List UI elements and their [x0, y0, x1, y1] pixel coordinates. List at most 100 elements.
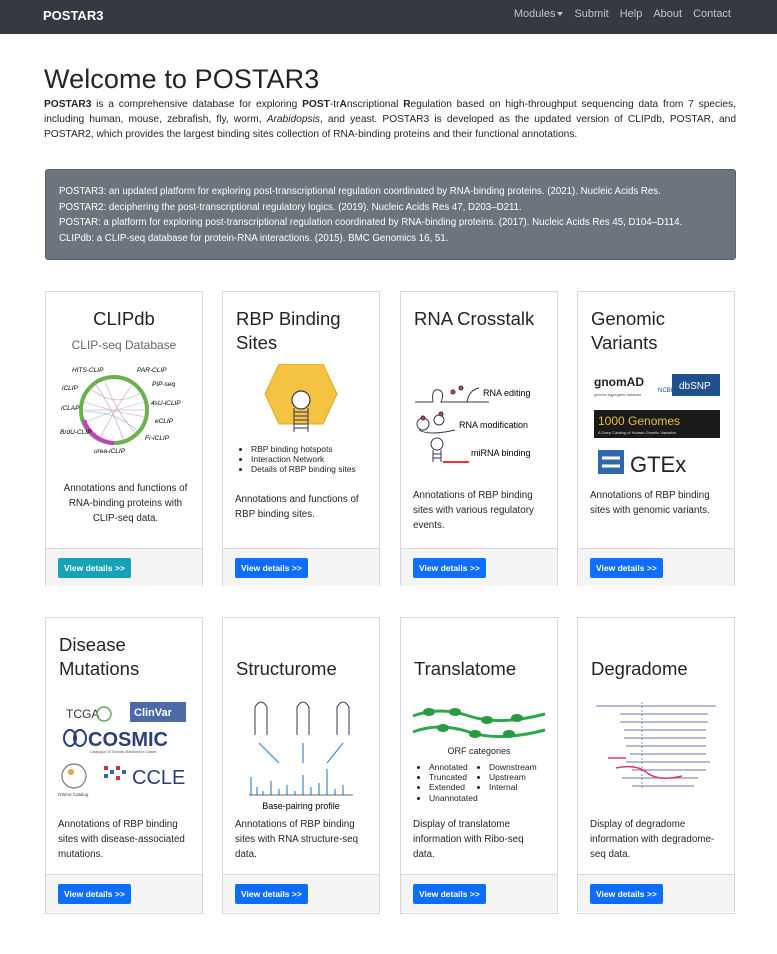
gwas-dot — [68, 769, 74, 775]
gtex-logo: GTEx — [630, 452, 686, 476]
rna-crosstalk-image: RNA editing RNA modification miRNA bindi… — [415, 385, 531, 463]
orf-item: Upstream — [489, 772, 557, 782]
dbsnp-logo: dbSNP — [679, 381, 711, 392]
navbar: POSTAR3 Modules Submit Help About Contac… — [0, 0, 777, 34]
intro-paragraph: POSTAR3 is a comprehensive database for … — [44, 97, 736, 142]
arrows-icon — [258, 742, 344, 764]
rbp-bullet-list: RBP binding hotspots Interaction Network… — [251, 444, 371, 474]
ncbi-logo: NCBI — [658, 388, 673, 394]
intro-bold-name: POSTAR3 — [44, 99, 92, 110]
intro-text: nscriptional — [346, 99, 404, 110]
card-footer: View details >> — [46, 548, 202, 586]
gwas-logo-icon — [61, 763, 87, 789]
ccle-dots-icon — [104, 766, 126, 780]
card-title: RBP Binding Sites — [236, 308, 341, 353]
card-footer: View details >> — [223, 548, 379, 586]
degradome-tracks — [596, 705, 716, 787]
mirna-binding-icon — [430, 437, 469, 463]
brand-link[interactable]: POSTAR3 — [43, 8, 103, 23]
gwas-logo: GWAS Catalog — [58, 792, 89, 797]
clip-label: BrdU-CLIP — [60, 429, 92, 436]
rna-editing-icon — [415, 385, 489, 403]
clip-methods-image: HITS-CLIP PAR-CLIP PIP-seq iCLIP 4sU-iCL… — [60, 367, 181, 455]
card-genomic-variants: Genomic Variants gnomAD genome aggregati… — [577, 291, 735, 586]
citation-item[interactable]: CLIPdb: a CLIP-seq database for protein-… — [59, 231, 722, 247]
cosmic-helix-icon — [63, 729, 87, 747]
card-title: Translatome — [414, 658, 517, 679]
page-title: Welcome to POSTAR3 — [44, 64, 320, 94]
nav-submit[interactable]: Submit — [574, 8, 608, 20]
citation-item[interactable]: POSTAR3: an updated platform for explori… — [59, 184, 722, 200]
view-details-button[interactable]: View details >> — [58, 884, 131, 904]
crosstalk-label: miRNA binding — [471, 448, 531, 458]
card-footer: View details >> — [401, 874, 557, 912]
card-text: Annotations of RBP binding sites with ge… — [590, 490, 710, 516]
view-details-button[interactable]: View details >> — [590, 884, 663, 904]
ribosome-image — [412, 708, 546, 739]
view-details-button[interactable]: View details >> — [590, 558, 663, 578]
clip-label: iCLAP — [61, 405, 80, 412]
degradome-peak — [615, 765, 683, 779]
orf-item: Unannotated — [429, 793, 499, 803]
citation-item[interactable]: POSTAR: a platform for exploring post-tr… — [59, 215, 722, 231]
view-details-button[interactable]: View details >> — [235, 884, 308, 904]
card-text: Annotations of RBP binding sites with RN… — [235, 819, 359, 860]
view-details-button[interactable]: View details >> — [235, 558, 308, 578]
clip-label: 4sU-iCLIP — [151, 400, 181, 407]
orf-title: ORF categories — [447, 746, 511, 756]
card-text: Annotations and functions of RBP binding… — [235, 494, 359, 520]
tcga-logo: TCGA — [66, 707, 99, 721]
rna-loop — [291, 390, 311, 410]
clip-label: iCLIP — [62, 385, 79, 392]
card-degradome: Degradome Display of degradome informati… — [577, 617, 735, 914]
card-text: Display of translatome information with … — [413, 819, 524, 860]
orf-list-right: Downstream Upstream Internal — [489, 762, 557, 793]
intro-bold-post: POST — [302, 99, 330, 110]
nav-links: Modules Submit Help About Contact — [503, 8, 731, 20]
card-text: Annotations of RBP binding sites with di… — [58, 819, 185, 860]
orf-item: Downstream — [489, 762, 557, 772]
view-details-button[interactable]: View details >> — [413, 884, 486, 904]
card-text: Annotations of RBP binding sites with va… — [413, 490, 534, 531]
citations-box: POSTAR3: an updated platform for explori… — [45, 169, 736, 260]
card-footer: View details >> — [46, 874, 202, 912]
degradome-image — [596, 702, 716, 790]
cosmic-logo: COSMIC — [88, 729, 168, 751]
intro-text: is a comprehensive database for explorin… — [91, 99, 303, 110]
clinvar-logo: ClinVar — [134, 707, 173, 719]
intro-italic-species: Arabidopsis — [266, 114, 320, 125]
structurome-image: Base-pairing profile — [249, 701, 353, 811]
nav-modules-label: Modules — [513, 8, 556, 20]
card-footer: View details >> — [223, 874, 379, 912]
orf-item: Internal — [489, 782, 557, 792]
view-details-button[interactable]: View details >> — [413, 558, 486, 578]
intro-text: -tr — [329, 99, 340, 110]
g1000-subtitle: A Deep Catalog of Human Genetic Variatio… — [598, 430, 676, 435]
citation-item[interactable]: POSTAR2: deciphering the post-transcript… — [59, 200, 722, 216]
card-text: Display of degradome information with de… — [590, 819, 715, 860]
rna-modification-icon — [416, 411, 456, 434]
intro-bold-a: A — [339, 99, 347, 110]
nav-help[interactable]: Help — [620, 8, 643, 20]
card-title: CLIPdb — [93, 308, 155, 329]
rbp-binding-image — [264, 364, 338, 432]
profile-bars — [249, 769, 353, 796]
nav-contact[interactable]: Contact — [693, 8, 731, 20]
nav-modules[interactable]: Modules — [514, 8, 564, 20]
gtex-icon — [598, 450, 624, 474]
card-translatome: Translatome ORF categories Annotated Tru… — [400, 617, 558, 914]
disease-logos-image: TCGA ClinVar COSMIC Catalogue Of Somatic… — [58, 702, 186, 797]
cosmic-subtitle: Catalogue Of Somatic Mutations In Cancer — [90, 750, 157, 754]
card-text: Annotations and functions of RNA-binding… — [63, 483, 188, 524]
nav-about[interactable]: About — [653, 8, 682, 20]
view-details-button[interactable]: View details >> — [58, 558, 131, 578]
card-title: RNA Crosstalk — [414, 308, 535, 329]
card-footer: View details >> — [401, 548, 557, 586]
rbp-bullet: Details of RBP binding sites — [251, 464, 371, 474]
card-title: Degradome — [591, 658, 688, 679]
rna-stem — [293, 408, 309, 432]
crosstalk-label: RNA editing — [483, 388, 531, 398]
clip-label: urea-iCLIP — [94, 448, 126, 455]
clip-label: HITS-CLIP — [72, 367, 104, 374]
card-subtitle: CLIP-seq Database — [71, 338, 177, 352]
